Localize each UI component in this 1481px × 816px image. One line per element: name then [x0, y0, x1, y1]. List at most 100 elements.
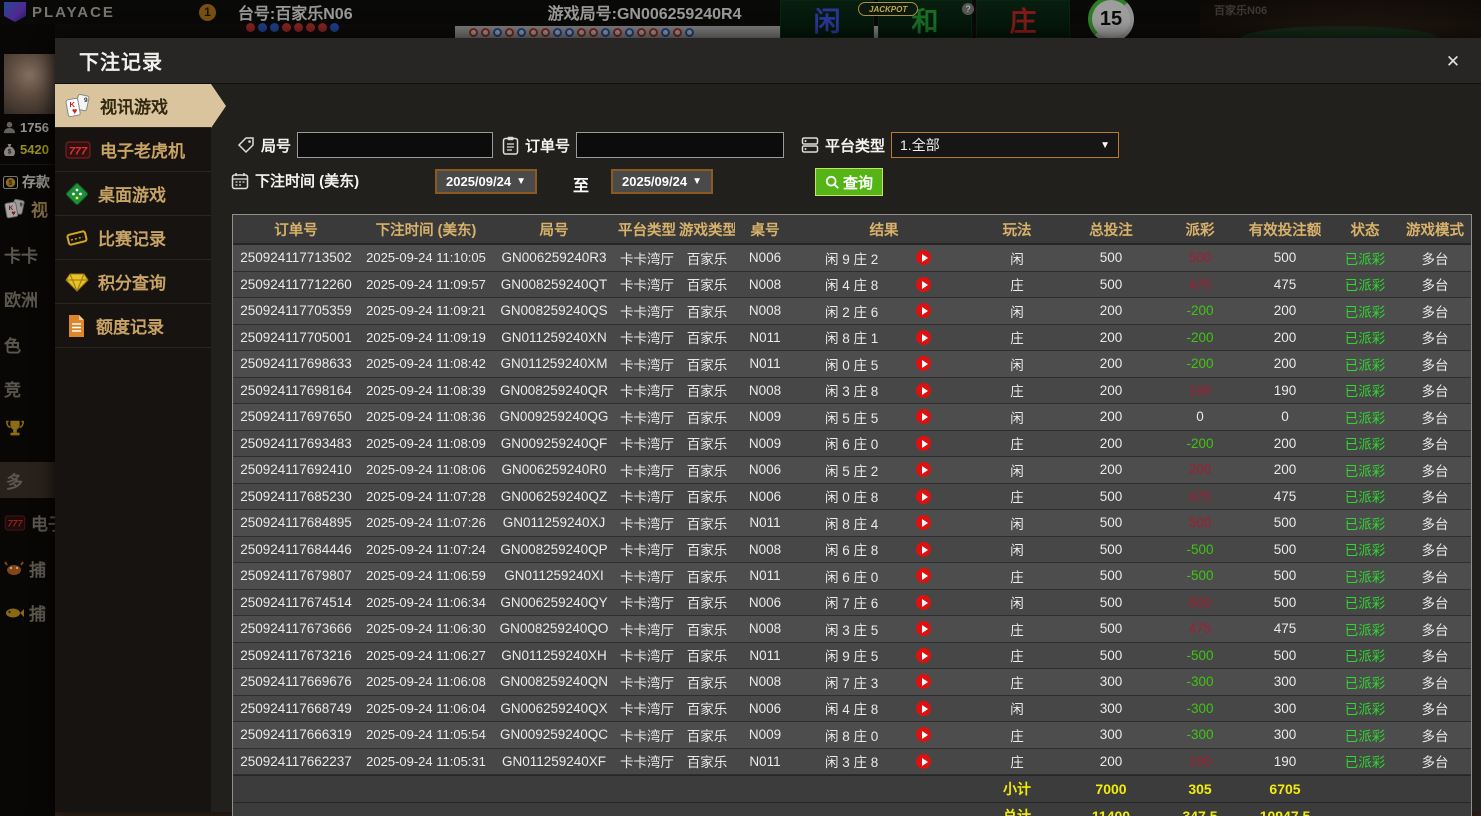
query-button[interactable]: 查询 — [815, 168, 884, 196]
table-row[interactable]: 250924117698633 2025-09-24 11:08:42 GN01… — [233, 351, 1471, 378]
cell-order-id: 250924117705001 — [240, 329, 352, 345]
cell-total-bet: 200 — [1099, 462, 1123, 478]
cell-game-mode: 多台 — [1421, 569, 1449, 585]
cell-play: 庄 — [1010, 437, 1024, 453]
menu-item-slots[interactable]: 777 电子老虎机 — [55, 128, 211, 172]
table-row[interactable]: 250924117713502 2025-09-24 11:10:05 GN00… — [233, 245, 1471, 272]
table-row[interactable]: 250924117685230 2025-09-24 11:07:28 GN00… — [233, 483, 1471, 510]
cell-play: 闲 — [1010, 357, 1024, 373]
table-row[interactable]: 250924117669676 2025-09-24 11:06:08 GN00… — [233, 669, 1471, 696]
cell-platform: 卡卡湾厅 — [620, 304, 674, 320]
table-row[interactable]: 250924117673666 2025-09-24 11:06:30 GN00… — [233, 616, 1471, 643]
table-row[interactable]: 250924117679807 2025-09-24 11:06:59 GN01… — [233, 563, 1471, 590]
cell-result: 闲 2 庄 6 — [795, 301, 973, 321]
search-icon — [825, 175, 839, 189]
cell-valid-bet: 500 — [1273, 568, 1297, 584]
cell-table-no: N006 — [748, 250, 782, 266]
cell-round: GN011259240XN — [501, 329, 607, 345]
cell-game-mode: 多台 — [1421, 755, 1449, 771]
cell-platform: 卡卡湾厅 — [620, 384, 674, 400]
cell-platform: 卡卡湾厅 — [620, 649, 674, 665]
jackpot-help-icon[interactable]: ? — [962, 3, 974, 15]
table-row[interactable]: 250924117684446 2025-09-24 11:07:24 GN00… — [233, 536, 1471, 563]
cell-round: GN006259240QY — [500, 594, 608, 610]
play-replay-icon[interactable] — [916, 674, 932, 690]
cell-order-id: 250924117684895 — [240, 515, 352, 531]
play-replay-icon[interactable] — [916, 621, 932, 637]
menu-item-table-games[interactable]: 桌面游戏 — [55, 172, 211, 216]
play-replay-icon[interactable] — [916, 356, 932, 372]
cell-game-mode: 多台 — [1421, 437, 1449, 453]
table-row[interactable]: 250924117705001 2025-09-24 11:09:19 GN01… — [233, 324, 1471, 351]
table-row[interactable]: 250924117692410 2025-09-24 11:08:06 GN00… — [233, 457, 1471, 484]
result-text: 闲 0 庄 8 — [825, 490, 879, 506]
cell-round: GN006259240QZ — [500, 488, 608, 504]
cell-status: 已派彩 — [1344, 596, 1386, 612]
cell-result: 闲 6 庄 0 — [795, 566, 973, 586]
play-replay-icon[interactable] — [916, 541, 932, 557]
cell-payout: -200 — [1186, 303, 1214, 319]
cell-platform: 卡卡湾厅 — [620, 490, 674, 506]
cell-total-bet: 500 — [1099, 594, 1123, 610]
cell-total-bet: 200 — [1099, 356, 1123, 372]
table-row[interactable]: 250924117673216 2025-09-24 11:06:27 GN01… — [233, 642, 1471, 669]
play-replay-icon[interactable] — [916, 488, 932, 504]
table-row[interactable]: 250924117666319 2025-09-24 11:05:54 GN00… — [233, 722, 1471, 749]
tag-icon — [237, 137, 254, 154]
play-replay-icon[interactable] — [916, 250, 932, 266]
play-replay-icon[interactable] — [916, 382, 932, 398]
cell-play: 庄 — [1010, 755, 1024, 771]
cell-status: 已派彩 — [1344, 543, 1386, 559]
cell-play: 闲 — [1010, 410, 1024, 426]
cell-result: 闲 3 庄 5 — [795, 619, 973, 639]
cell-game-type: 百家乐 — [686, 569, 728, 585]
table-row[interactable]: 250924117674514 2025-09-24 11:06:34 GN00… — [233, 589, 1471, 616]
play-replay-icon[interactable] — [916, 515, 932, 531]
menu-item-points-query[interactable]: 积分查询 — [55, 260, 211, 304]
platform-select[interactable]: 1.全部 ▼ — [891, 132, 1120, 158]
play-replay-icon[interactable] — [916, 462, 932, 478]
subtotal-bet: 7000 — [1095, 781, 1127, 797]
table-row[interactable]: 250924117705359 2025-09-24 11:09:21 GN00… — [233, 298, 1471, 325]
close-icon[interactable]: ✕ — [1441, 50, 1465, 74]
play-replay-icon[interactable] — [916, 329, 932, 345]
document-icon — [69, 314, 84, 337]
date-to-picker[interactable]: 2025/09/24 ▼ — [611, 169, 713, 194]
cell-payout: 200 — [1188, 462, 1212, 478]
menu-item-video-games[interactable]: 9 K ♥ 视讯游戏 — [55, 84, 211, 128]
cell-play: 庄 — [1010, 490, 1024, 506]
table-row[interactable]: 250924117684895 2025-09-24 11:07:26 GN01… — [233, 510, 1471, 537]
play-replay-icon[interactable] — [916, 594, 932, 610]
play-replay-icon[interactable] — [916, 727, 932, 743]
round-filter: 局号 — [237, 132, 494, 158]
date-from-picker[interactable]: 2025/09/24 ▼ — [435, 169, 537, 194]
menu-item-quota-records[interactable]: 额度记录 — [55, 304, 211, 348]
table-row[interactable]: 250924117712260 2025-09-24 11:09:57 GN00… — [233, 271, 1471, 298]
total-payout: 347.5 — [1182, 808, 1218, 816]
play-replay-icon[interactable] — [916, 568, 932, 584]
play-replay-icon[interactable] — [916, 435, 932, 451]
cell-bet-time: 2025-09-24 11:06:30 — [366, 621, 486, 637]
table-row[interactable]: 250924117698164 2025-09-24 11:08:39 GN00… — [233, 377, 1471, 404]
play-replay-icon[interactable] — [916, 276, 932, 292]
cell-valid-bet: 475 — [1273, 276, 1297, 292]
play-replay-icon[interactable] — [916, 409, 932, 425]
play-replay-icon[interactable] — [916, 753, 932, 769]
menu-item-match-records[interactable]: 比赛记录 — [55, 216, 211, 260]
cell-order-id: 250924117693483 — [240, 435, 352, 451]
table-row[interactable]: 250924117697650 2025-09-24 11:08:36 GN00… — [233, 404, 1471, 431]
cell-order-id: 250924117673216 — [240, 647, 352, 663]
table-row[interactable]: 250924117662237 2025-09-24 11:05:31 GN01… — [233, 748, 1471, 775]
table-row[interactable]: 250924117693483 2025-09-24 11:08:09 GN00… — [233, 430, 1471, 457]
cell-platform: 卡卡湾厅 — [620, 437, 674, 453]
order-input[interactable] — [576, 132, 785, 158]
cell-platform: 卡卡湾厅 — [620, 516, 674, 532]
play-replay-icon[interactable] — [916, 700, 932, 716]
cell-payout: -300 — [1186, 727, 1214, 743]
table-row[interactable]: 250924117668749 2025-09-24 11:06:04 GN00… — [233, 695, 1471, 722]
cell-play: 庄 — [1010, 569, 1024, 585]
cell-status: 已派彩 — [1344, 569, 1386, 585]
play-replay-icon[interactable] — [916, 303, 932, 319]
play-replay-icon[interactable] — [916, 647, 932, 663]
round-input[interactable] — [297, 132, 494, 158]
